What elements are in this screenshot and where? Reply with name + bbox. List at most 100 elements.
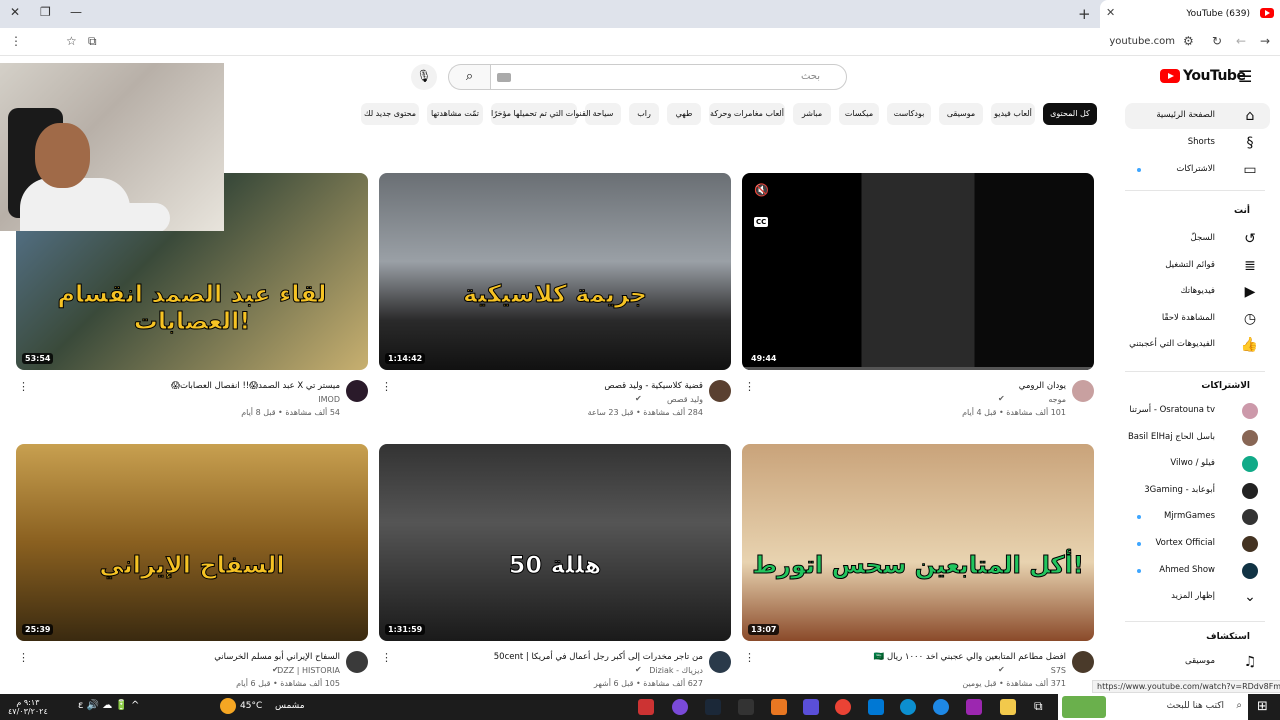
sidebar-item-sidebar-main-2-label[interactable]: ▭ الاشتراكات [1125, 157, 1270, 183]
video-title[interactable]: من تاجر مخدرات إلى أكبر رجل أعمال في أمر… [494, 652, 703, 662]
taskbar-search-box[interactable]: اكتب هنا للبحث ⌕ [1058, 694, 1248, 720]
clock[interactable]: ٩:١٣ م ٤٧/٠٣/٢٠٢٤ [8, 698, 48, 716]
app-icon-2[interactable] [672, 699, 688, 715]
url-text[interactable]: youtube.com [1060, 36, 1175, 47]
preview-progress-bar[interactable] [742, 367, 1094, 370]
video-thumbnail[interactable]: أكل المتابعين سحس اتورط! 13:07 [742, 444, 1094, 641]
edge-icon[interactable] [900, 699, 916, 715]
keyboard-icon[interactable] [497, 73, 511, 82]
new-tab-icon[interactable]: + [1078, 5, 1091, 23]
channel-avatar[interactable] [346, 651, 368, 673]
chip-12[interactable]: محتوى جديد لك [361, 103, 419, 125]
sidebar-item-sidebar-main-1-label[interactable]: § Shorts [1125, 130, 1270, 156]
sidebar-item-sidebar-subs-4-label[interactable]: MjrmGames [1125, 504, 1270, 530]
chip-6[interactable]: ألعاب مغامرات وحركة [709, 103, 785, 125]
chip-3[interactable]: بودكاست [887, 103, 931, 125]
channel-avatar[interactable] [1072, 651, 1094, 673]
video-title[interactable]: قضية كلاسيكية - وليد قصص [604, 381, 703, 391]
search-button[interactable]: ⌕ [448, 64, 490, 90]
app-icon-10[interactable] [933, 699, 949, 715]
app-icon-6[interactable] [803, 699, 819, 715]
windows-start-icon[interactable]: ⊞ [1257, 699, 1268, 714]
reload-icon[interactable]: ↻ [1212, 34, 1222, 48]
sidebar-you-heading[interactable]: أنت [1234, 206, 1250, 216]
chip-5[interactable]: مباشر [793, 103, 831, 125]
video-thumbnail[interactable]: جريمة كلاسيكية 1:14:42 [379, 173, 731, 370]
video-title[interactable]: السفاح الإيراني أبو مسلم الخرساني [214, 652, 340, 662]
menu-dots-icon[interactable]: ⋮ [10, 34, 22, 48]
video-title[interactable]: ميستر تي X عبد الصمد😱!! انفصال العصابات😱 [171, 381, 340, 391]
video-thumbnail[interactable]: 🔇 CC 49:44 [742, 173, 1094, 370]
sidebar-item-sidebar-you-0-label[interactable]: ↺ السجلّ [1125, 226, 1270, 252]
minimize-window-icon[interactable]: — [70, 5, 82, 19]
task-view-icon[interactable]: ⧉ [1034, 699, 1043, 714]
browser-tab[interactable]: (639) YouTube ✕ [1100, 0, 1280, 28]
sidebar-item-sidebar-you-4-label[interactable]: 👍 الفيديوهات التي أعجبتني [1125, 332, 1270, 358]
app-icon-11[interactable] [966, 699, 982, 715]
app-icon-1[interactable] [638, 699, 654, 715]
sidebar-item-sidebar-subs-0-label[interactable]: Osratouna tv - أسرتنا [1125, 398, 1270, 424]
sidebar-item-sidebar-main-0-label[interactable]: ⌂ الصفحة الرئيسية [1125, 103, 1270, 129]
sidebar-item-sidebar-show_more[interactable]: ⌄ إظهار المزيد [1125, 584, 1270, 610]
chip-1[interactable]: ألعاب فيديو [991, 103, 1035, 125]
video-title[interactable]: افضل مطاعم المتابعين والي عجبني اخد ١٠٠٠… [874, 652, 1066, 662]
app-icon-5[interactable] [771, 699, 787, 715]
video-thumbnail[interactable]: 50 هللة 1:31:59 [379, 444, 731, 641]
chrome-icon[interactable] [835, 699, 851, 715]
sidebar-item-sidebar-subs-2-label[interactable]: فيلو / Vilwo [1125, 451, 1270, 477]
sidebar-explore-heading[interactable]: استكشاف [1206, 632, 1250, 642]
sidebar-item-sidebar-you-3-label[interactable]: ◷ المشاهدة لاحقًا [1125, 306, 1270, 332]
restore-window-icon[interactable]: ❐ [40, 5, 51, 19]
video-menu-icon[interactable]: ⋮ [18, 651, 29, 664]
weather-temp[interactable]: 45°C [240, 701, 262, 711]
channel-avatar[interactable] [346, 380, 368, 402]
chip-0[interactable]: كل المحتوى [1043, 103, 1097, 125]
search-input[interactable]: بحث [490, 64, 847, 90]
close-window-icon[interactable]: ✕ [10, 5, 20, 19]
video-menu-icon[interactable]: ⋮ [744, 380, 755, 393]
video-menu-icon[interactable]: ⋮ [381, 380, 392, 393]
chip-7[interactable]: طهي [667, 103, 701, 125]
channel-avatar[interactable] [709, 380, 731, 402]
channel-name[interactable]: S7S [1051, 666, 1066, 675]
sidebar-item-sidebar-you-1-label[interactable]: ≣ قوائم التشغيل [1125, 253, 1270, 279]
chip-11[interactable]: تمّت مشاهدتها [427, 103, 483, 125]
voice-search-button[interactable]: 🎙 [411, 64, 437, 90]
channel-name[interactable]: وليد قصص [667, 395, 703, 404]
channel-name[interactable]: DZZ | HISTORIA [277, 666, 340, 675]
video-menu-icon[interactable]: ⋮ [18, 380, 29, 393]
channel-name[interactable]: ديزياك - Diziak [649, 666, 703, 675]
channel-avatar[interactable] [1072, 380, 1094, 402]
sidebar-item-sidebar-subs-3-label[interactable]: أبوعابد - 3Gaming [1125, 478, 1270, 504]
chip-2[interactable]: موسيقى [939, 103, 983, 125]
sidebar-item-sidebar-subs-1-label[interactable]: باسل الحاج Basil ElHaj [1125, 425, 1270, 451]
channel-name[interactable]: موجه [1048, 395, 1066, 404]
app-icon-4[interactable] [738, 699, 754, 715]
video-menu-icon[interactable]: ⋮ [381, 651, 392, 664]
video-menu-icon[interactable]: ⋮ [744, 651, 755, 664]
site-settings-icon[interactable]: ⚙ [1183, 34, 1194, 48]
system-tray-icons[interactable]: ε 🔊 ☁ 🔋 ^ [78, 700, 139, 711]
channel-name[interactable]: IMOD [318, 395, 340, 404]
chip-4[interactable]: ميكسات [839, 103, 879, 125]
channel-avatar[interactable] [709, 651, 731, 673]
forward-icon[interactable]: ← [1236, 34, 1246, 48]
chip-10[interactable]: القنوات التي تم تحميلها مؤخرًا [491, 103, 591, 125]
chip-8[interactable]: راب [629, 103, 659, 125]
file-explorer-icon[interactable] [1000, 699, 1016, 715]
extensions-icon[interactable]: ⧉ [88, 34, 97, 49]
sidebar-item-sidebar-explore-0-label[interactable]: ♫ موسيقى [1125, 649, 1270, 675]
hamburger-menu-icon[interactable]: ☰ [1238, 67, 1252, 86]
star-icon[interactable]: ☆ [66, 34, 77, 48]
sidebar-item-sidebar-subs-6-label[interactable]: Ahmed Show [1125, 558, 1270, 584]
sidebar-item-sidebar-subs-5-label[interactable]: Vortex Official [1125, 531, 1270, 557]
close-tab-icon[interactable]: ✕ [1106, 6, 1115, 19]
video-title[interactable]: يودان الرومي [1019, 381, 1066, 391]
outlook-icon[interactable] [868, 699, 884, 715]
youtube-logo[interactable]: YouTube [1160, 68, 1246, 84]
back-icon[interactable]: → [1260, 34, 1270, 48]
sidebar-subscriptions-heading[interactable]: الاشتراكات [1201, 381, 1250, 391]
video-thumbnail[interactable]: السفاح الإيراني 25:39 [16, 444, 368, 641]
mute-icon[interactable]: 🔇 [754, 183, 769, 197]
captions-icon[interactable]: CC [754, 217, 769, 227]
